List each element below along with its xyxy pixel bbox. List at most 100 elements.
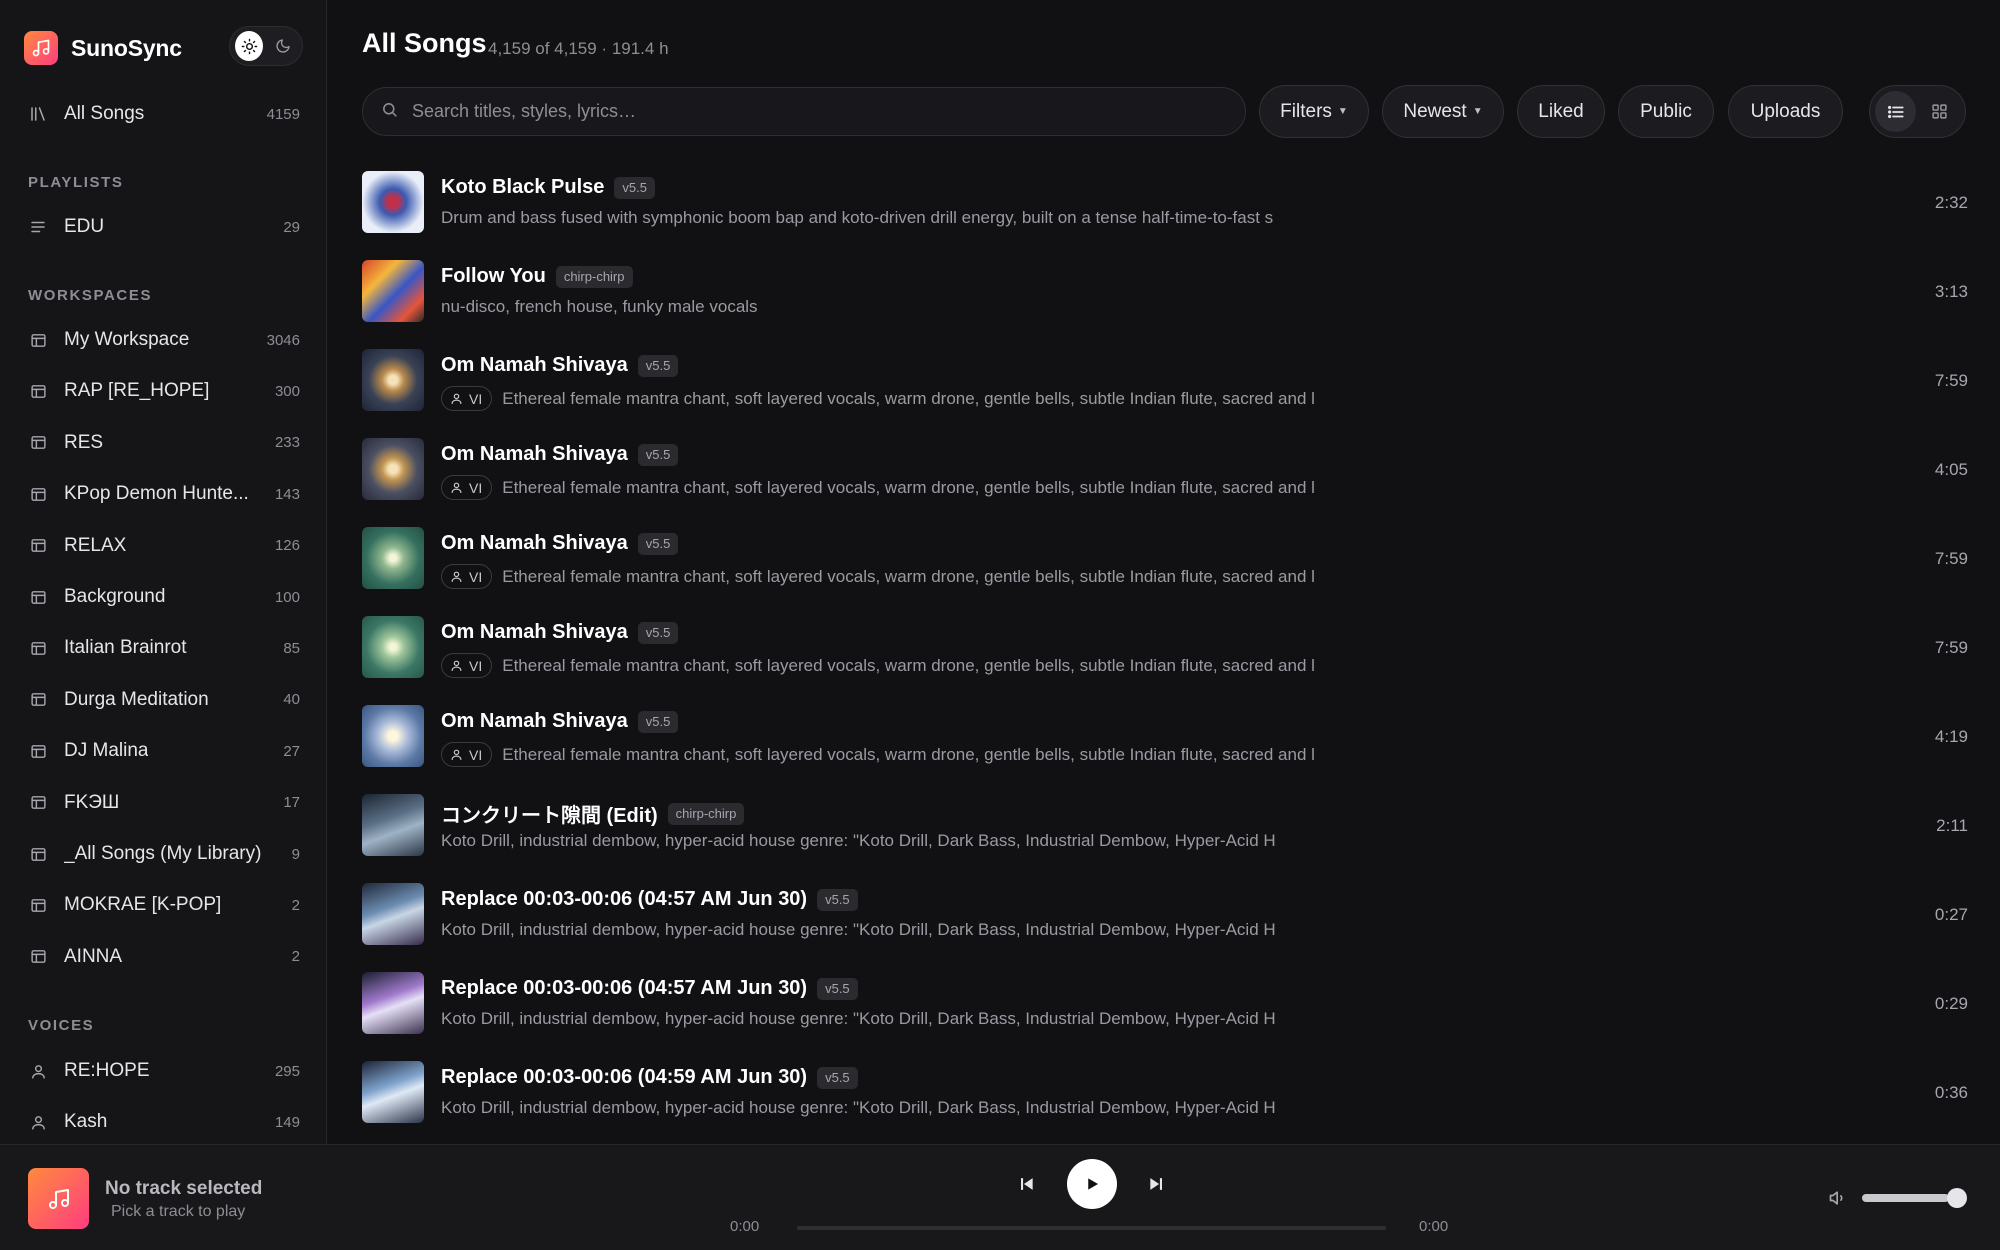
voice-chip[interactable]: VI — [441, 564, 493, 589]
song-row[interactable]: Koto Black Pulse v5.5 Drum and bass fused … — [362, 166, 1968, 255]
music-note-icon — [24, 31, 58, 65]
song-title[interactable]: Om Namah Shivaya — [441, 443, 628, 466]
song-title-line: Replace 00:03-00:06 (04:57 AM Jun 30) v5.… — [441, 977, 858, 1000]
voice-chip[interactable]: VI — [441, 742, 493, 767]
sidebar-item-voice[interactable]: RE:HOPE 295 — [28, 1053, 300, 1089]
voice-chip[interactable]: VI — [441, 653, 493, 678]
sidebar-item-label: Kash — [64, 1111, 108, 1132]
song-title[interactable]: Om Namah Shivaya — [441, 710, 628, 733]
list-view-icon[interactable] — [1875, 91, 1916, 132]
song-row[interactable]: Om Namah Shivaya v5.5 VI Ethereal female ma… — [362, 611, 1968, 700]
sidebar-item-label: KPop Demon Hunte... — [64, 483, 249, 505]
song-row[interactable]: コンクリート隙間 (Edit) chirp-chirp Koto Drill, in… — [362, 789, 1968, 878]
voice-chip[interactable]: VI — [441, 386, 493, 411]
moon-icon[interactable] — [269, 31, 297, 61]
search-input[interactable] — [412, 101, 1212, 122]
grid-view-icon[interactable] — [1919, 91, 1960, 132]
caret-down-icon: ▼ — [1337, 106, 1348, 117]
play-button[interactable] — [1067, 1159, 1117, 1209]
song-cover-art[interactable] — [362, 527, 424, 589]
workspace-icon — [28, 484, 48, 504]
sidebar-item-workspace[interactable]: RES 233 — [28, 425, 300, 461]
sidebar-item-all-songs[interactable]: All Songs 4159 — [28, 96, 300, 132]
song-style-description: Ethereal female mantra chant, soft layer… — [502, 388, 1315, 408]
song-title[interactable]: Replace 00:03-00:06 (04:57 AM Jun 30) — [441, 977, 807, 1000]
song-cover-art[interactable] — [362, 616, 424, 678]
song-duration: 4:19 — [1934, 727, 1968, 746]
song-row[interactable]: Om Namah Shivaya v5.5 VI Ethereal female ma… — [362, 700, 1968, 789]
sidebar-item-workspace[interactable]: MOKRAE [K-POP] 2 — [28, 887, 300, 923]
sidebar-item-voice[interactable]: Kash 149 — [28, 1104, 300, 1140]
progress-bar[interactable] — [797, 1226, 1386, 1230]
theme-toggle[interactable] — [229, 26, 303, 66]
song-title[interactable]: Replace 00:03-00:06 (04:57 AM Jun 30) — [441, 888, 807, 911]
skip-forward-icon[interactable] — [1145, 1172, 1169, 1196]
song-row[interactable]: Replace 00:03-00:06 (04:59 AM Jun 30) v5.… — [362, 1056, 1968, 1145]
song-style-description: nu-disco, french house, funky male vocal… — [441, 297, 758, 316]
workspace-icon — [28, 844, 48, 864]
song-cover-art[interactable] — [362, 349, 424, 411]
voice-chip[interactable]: VI — [441, 475, 493, 500]
song-row[interactable]: Follow You chirp-chirp nu-disco, french ho… — [362, 255, 1968, 344]
filters-button[interactable]: Filters ▼ — [1259, 85, 1369, 138]
song-cover-art[interactable] — [362, 438, 424, 500]
song-title[interactable]: コンクリート隙間 (Edit) — [441, 799, 658, 828]
sidebar-item-count: 300 — [274, 382, 300, 400]
song-row[interactable]: Om Namah Shivaya v5.5 VI Ethereal female ma… — [362, 522, 1968, 611]
song-cover-art[interactable] — [362, 794, 424, 856]
workspace-icon — [28, 587, 48, 607]
song-duration: 3:13 — [1934, 282, 1968, 301]
sidebar-item-workspace[interactable]: My Workspace 3046 — [28, 322, 300, 358]
sidebar-item-count: 2 — [291, 948, 300, 966]
sidebar-item-workspace[interactable]: DJ Malina 27 — [28, 733, 300, 769]
page-title: All Songs — [362, 28, 487, 58]
song-title[interactable]: Om Namah Shivaya — [441, 354, 628, 377]
sidebar-item-workspace[interactable]: AINNA 2 — [28, 939, 300, 975]
sidebar-item-workspace[interactable]: _All Songs (My Library) 9 — [28, 836, 300, 872]
sidebar-item-workspace[interactable]: KPop Demon Hunte... 143 — [28, 476, 300, 512]
song-cover-art[interactable] — [362, 705, 424, 767]
song-cover-art[interactable] — [362, 1061, 424, 1123]
song-row[interactable]: Om Namah Shivaya v5.5 VI Ethereal female ma… — [362, 344, 1968, 433]
sort-dropdown[interactable]: Newest ▼ — [1382, 85, 1504, 138]
uploads-filter-button[interactable]: Uploads — [1728, 85, 1843, 138]
volume-icon[interactable] — [1828, 1188, 1848, 1208]
sidebar-item-workspace[interactable]: RELAX 126 — [28, 528, 300, 564]
sidebar-item-workspace[interactable]: Background 100 — [28, 579, 300, 615]
song-title[interactable]: Koto Black Pulse — [441, 176, 604, 199]
song-row[interactable]: Om Namah Shivaya v5.5 VI Ethereal female ma… — [362, 433, 1968, 522]
sidebar-item-label: EDU — [64, 216, 105, 237]
song-title[interactable]: Om Namah Shivaya — [441, 621, 628, 644]
song-row[interactable]: Replace 00:03-00:06 (04:57 AM Jun 30) v5.… — [362, 967, 1968, 1056]
song-title[interactable]: Replace 00:03-00:06 (04:59 AM Jun 30) — [441, 1066, 807, 1089]
song-row[interactable]: Replace 00:03-00:06 (04:57 AM Jun 30) v5.… — [362, 878, 1968, 967]
model-version-badge: v5.5 — [637, 443, 679, 466]
song-desc-line: VI Ethereal female mantra chant, soft lay… — [441, 475, 1441, 500]
model-version-badge: v5.5 — [817, 977, 858, 1000]
sidebar-item-workspace[interactable]: RAP [RE_HOPE] 300 — [28, 373, 300, 409]
volume-slider[interactable] — [1862, 1188, 1967, 1208]
public-filter-button[interactable]: Public — [1618, 85, 1714, 138]
song-cover-art[interactable] — [362, 260, 424, 322]
sun-icon[interactable] — [235, 31, 263, 61]
song-title[interactable]: Follow You — [441, 265, 546, 288]
model-version-badge: v5.5 — [614, 176, 655, 199]
volume-slider-thumb[interactable] — [1946, 1188, 1967, 1208]
song-cover-art[interactable] — [362, 171, 424, 233]
song-cover-art[interactable] — [362, 972, 424, 1034]
sidebar-item-playlist[interactable]: EDU 29 — [28, 209, 300, 245]
search-bar[interactable] — [362, 87, 1246, 136]
sidebar-item-count: 3046 — [266, 331, 300, 349]
song-cover-art[interactable] — [362, 883, 424, 945]
song-title[interactable]: Om Namah Shivaya — [441, 532, 628, 555]
song-title-line: Replace 00:03-00:06 (04:57 AM Jun 30) v5.… — [441, 888, 858, 911]
sidebar-item-workspace[interactable]: FKЭШ 17 — [28, 785, 300, 821]
skip-back-icon[interactable] — [1014, 1172, 1038, 1196]
brand[interactable]: SunoSync — [24, 31, 182, 65]
song-duration: 0:27 — [1934, 905, 1968, 924]
liked-filter-button[interactable]: Liked — [1517, 85, 1605, 138]
sidebar-item-workspace[interactable]: Italian Brainrot 85 — [28, 630, 300, 666]
song-title-line: Om Namah Shivaya v5.5 — [441, 621, 679, 644]
model-version-badge: v5.5 — [637, 354, 679, 377]
sidebar-item-workspace[interactable]: Durga Meditation 40 — [28, 682, 300, 718]
